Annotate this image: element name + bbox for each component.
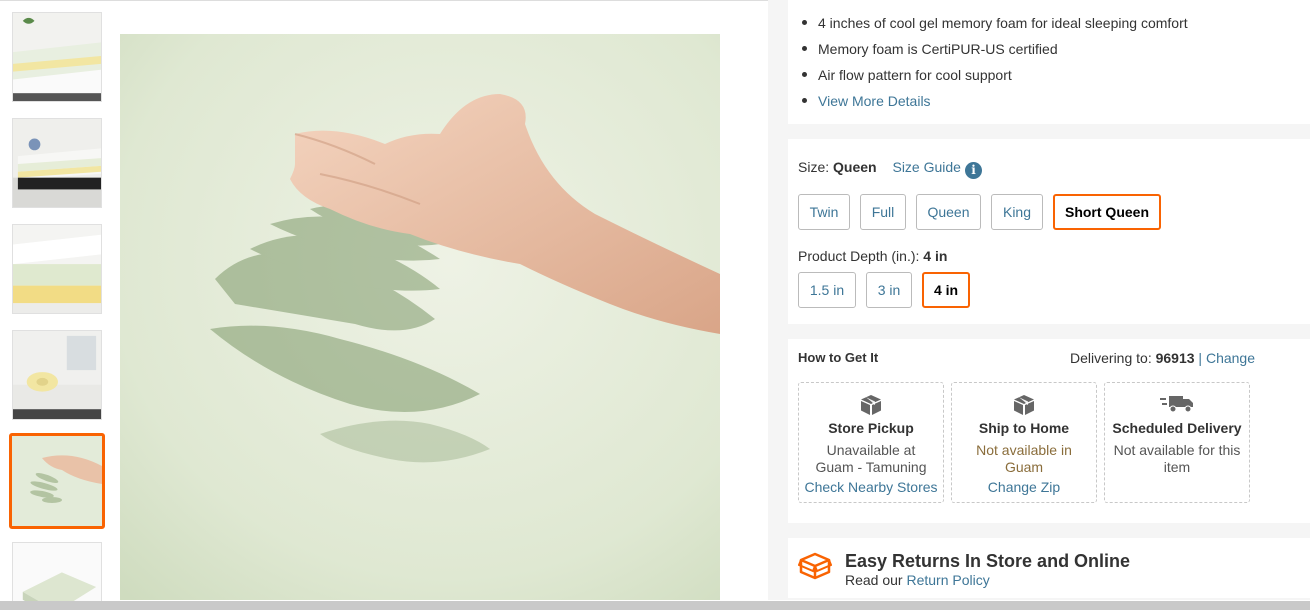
thumbnail-frame-view[interactable]: [12, 118, 102, 208]
fulfillment-panel: How to Get It Delivering to: 96913 | Cha…: [788, 339, 1310, 523]
store-pickup-title: Store Pickup: [828, 420, 914, 436]
highlight-item: 4 inches of cool gel memory foam for ide…: [802, 12, 1310, 38]
depth-label-line: Product Depth (in.): 4 in: [798, 248, 947, 264]
store-pickup-status: Unavailable at Guam - Tamuning: [815, 442, 927, 475]
highlight-item: Air flow pattern for cool support: [802, 64, 1310, 90]
returns-panel: Easy Returns In Store and Online Read ou…: [788, 538, 1310, 598]
size-label-line: Size: Queen Size Guide i: [798, 159, 982, 179]
check-nearby-stores-link[interactable]: Check Nearby Stores: [799, 479, 943, 495]
thumbnail-layer-closeup[interactable]: [12, 224, 102, 314]
thumbnail-hand-imprint[interactable]: [9, 433, 105, 529]
depth-label: Product Depth (in.):: [798, 248, 920, 264]
highlights-panel: 4 inches of cool gel memory foam for ide…: [788, 0, 1310, 124]
selected-size: Queen: [833, 159, 877, 175]
returns-title: Easy Returns In Store and Online: [845, 551, 1131, 571]
scheduled-delivery-status: Not available for this item: [1113, 442, 1241, 475]
highlight-item: Memory foam is CertiPUR-US certified: [802, 38, 1310, 64]
delivering-label: Delivering to:: [1070, 350, 1152, 366]
size-option-full[interactable]: Full: [860, 194, 906, 230]
how-to-get-it-title: How to Get It: [798, 350, 879, 365]
size-options-panel: Size: Queen Size Guide i Twin Full Queen …: [788, 139, 1310, 324]
scheduled-delivery-title: Scheduled Delivery: [1112, 420, 1242, 436]
size-guide-link[interactable]: Size Guide: [892, 159, 960, 175]
info-icon[interactable]: i: [964, 162, 982, 179]
thumbnail-bed-view[interactable]: [12, 12, 102, 102]
delivery-zip: 96913: [1155, 350, 1195, 366]
main-product-image[interactable]: [120, 34, 720, 600]
change-zip-link[interactable]: Change: [1206, 350, 1255, 366]
return-box-icon: [797, 552, 833, 583]
ship-to-home-card[interactable]: Ship to Home Not available in Guam Chang…: [951, 382, 1097, 503]
separator: |: [1198, 350, 1203, 366]
store-pickup-box-icon: [799, 394, 943, 416]
scheduled-delivery-card[interactable]: Scheduled Delivery Not available for thi…: [1104, 382, 1250, 503]
size-option-king[interactable]: King: [991, 194, 1043, 230]
selected-depth: 4 in: [923, 248, 948, 264]
depth-option-3[interactable]: 3 in: [866, 272, 912, 308]
depth-option-1-5[interactable]: 1.5 in: [798, 272, 856, 308]
highlight-item-more: View More Details: [802, 90, 1310, 116]
size-option-twin[interactable]: Twin: [798, 194, 850, 230]
read-our-text: Read our: [845, 572, 903, 588]
change-zip-card-link[interactable]: Change Zip: [952, 479, 1096, 495]
ship-to-home-status: Not available in Guam: [976, 442, 1072, 475]
thumbnail-foam-cushion[interactable]: [12, 542, 102, 610]
ship-to-home-box-icon: [952, 394, 1096, 416]
returns-subtitle: Read our Return Policy: [845, 572, 990, 588]
store-pickup-card[interactable]: Store Pickup Unavailable at Guam - Tamuni…: [798, 382, 944, 503]
horizontal-scrollbar[interactable]: [0, 601, 1310, 610]
thumbnail-rolled-topper[interactable]: [12, 330, 102, 420]
return-policy-link[interactable]: Return Policy: [906, 572, 989, 588]
size-option-queen[interactable]: Queen: [916, 194, 981, 230]
product-details-column: 4 inches of cool gel memory foam for ide…: [768, 0, 1310, 600]
highlights-list: 4 inches of cool gel memory foam for ide…: [788, 0, 1310, 116]
depth-option-4[interactable]: 4 in: [922, 272, 970, 308]
ship-to-home-title: Ship to Home: [978, 420, 1070, 436]
view-more-details-link[interactable]: View More Details: [818, 93, 931, 109]
size-option-short-queen[interactable]: Short Queen: [1053, 194, 1161, 230]
delivery-truck-icon: [1105, 394, 1249, 416]
size-label: Size:: [798, 159, 830, 175]
delivering-to: Delivering to: 96913 | Change: [1070, 350, 1255, 366]
